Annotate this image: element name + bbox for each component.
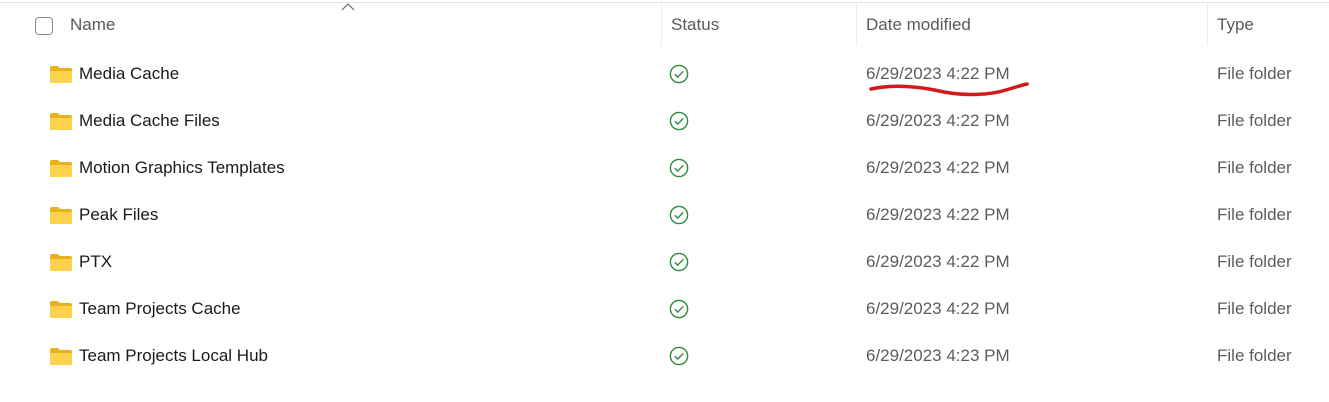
file-name[interactable]: PTX xyxy=(79,252,112,272)
column-header-status[interactable]: Status xyxy=(671,15,719,35)
file-row[interactable]: Team Projects Local Hub 6/29/2023 4:23 P… xyxy=(0,334,1329,381)
file-row[interactable]: Peak Files 6/29/2023 4:22 PM File folder xyxy=(0,193,1329,240)
column-header-name[interactable]: Name xyxy=(70,15,115,35)
column-divider[interactable] xyxy=(1207,3,1208,46)
column-divider[interactable] xyxy=(661,3,662,46)
file-name[interactable]: Media Cache Files xyxy=(79,111,220,131)
file-row[interactable]: Media Cache Files 6/29/2023 4:22 PM File… xyxy=(0,99,1329,146)
column-header-bar: Name Status Date modified Type xyxy=(0,3,1329,46)
folder-icon xyxy=(50,66,72,83)
column-header-date-modified[interactable]: Date modified xyxy=(866,15,971,35)
synced-check-icon xyxy=(669,205,689,225)
file-row[interactable]: Team Projects Cache 6/29/2023 4:22 PM Fi… xyxy=(0,287,1329,334)
folder-icon xyxy=(50,254,72,271)
file-type: File folder xyxy=(1217,299,1292,318)
file-row[interactable]: Media Cache 6/29/2023 4:22 PM File folde… xyxy=(0,52,1329,99)
file-name[interactable]: Team Projects Local Hub xyxy=(79,346,268,366)
column-header-type[interactable]: Type xyxy=(1217,15,1254,35)
column-divider[interactable] xyxy=(856,3,857,46)
file-type: File folder xyxy=(1217,205,1292,224)
date-modified: 6/29/2023 4:22 PM xyxy=(866,252,1010,271)
synced-check-icon xyxy=(669,111,689,131)
folder-icon xyxy=(50,301,72,318)
file-list: Media Cache 6/29/2023 4:22 PM File folde… xyxy=(0,52,1329,381)
file-type: File folder xyxy=(1217,64,1292,83)
file-name[interactable]: Peak Files xyxy=(79,205,158,225)
file-name[interactable]: Media Cache xyxy=(79,64,179,84)
synced-check-icon xyxy=(669,346,689,366)
date-modified: 6/29/2023 4:22 PM xyxy=(866,111,1010,130)
synced-check-icon xyxy=(669,252,689,272)
date-modified: 6/29/2023 4:22 PM xyxy=(866,158,1010,177)
file-type: File folder xyxy=(1217,252,1292,271)
red-underline-annotation xyxy=(869,82,1029,97)
file-type: File folder xyxy=(1217,346,1292,365)
synced-check-icon xyxy=(669,299,689,319)
folder-icon xyxy=(50,160,72,177)
date-modified: 6/29/2023 4:23 PM xyxy=(866,346,1010,365)
file-type: File folder xyxy=(1217,111,1292,130)
file-row[interactable]: PTX 6/29/2023 4:22 PM File folder xyxy=(0,240,1329,287)
file-name[interactable]: Team Projects Cache xyxy=(79,299,241,319)
folder-icon xyxy=(50,348,72,365)
synced-check-icon xyxy=(669,64,689,84)
file-name[interactable]: Motion Graphics Templates xyxy=(79,158,285,178)
file-row[interactable]: Motion Graphics Templates 6/29/2023 4:22… xyxy=(0,146,1329,193)
sort-ascending-icon[interactable] xyxy=(341,3,355,11)
date-modified: 6/29/2023 4:22 PM xyxy=(866,205,1010,224)
folder-icon xyxy=(50,207,72,224)
synced-check-icon xyxy=(669,158,689,178)
folder-icon xyxy=(50,113,72,130)
select-all-checkbox[interactable] xyxy=(35,17,53,35)
file-type: File folder xyxy=(1217,158,1292,177)
date-modified: 6/29/2023 4:22 PM xyxy=(866,299,1010,318)
